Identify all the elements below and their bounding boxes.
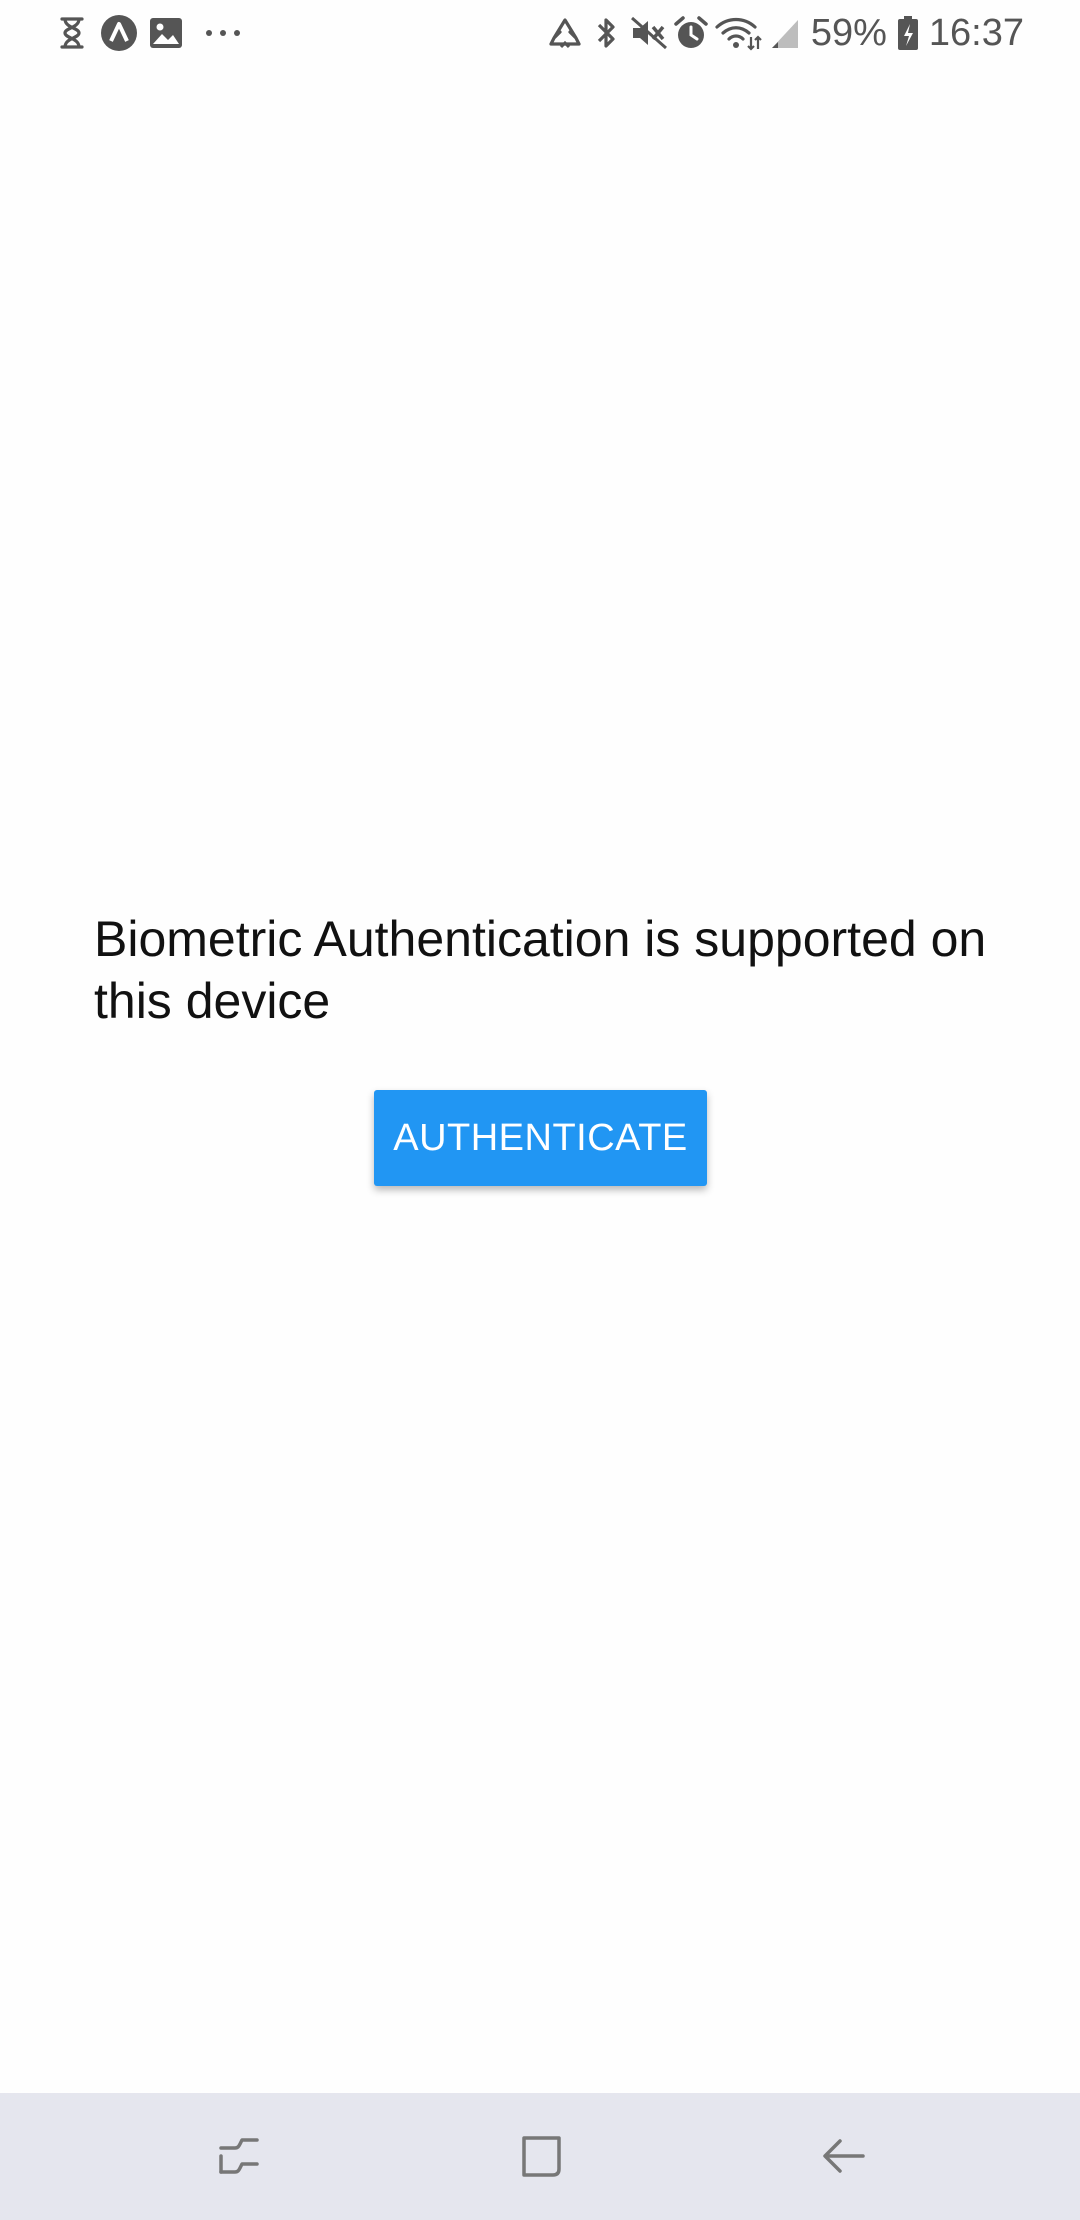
wifi-icon <box>713 13 763 53</box>
battery-percent: 59% <box>810 11 887 54</box>
recycle-icon <box>545 13 585 53</box>
signal-icon <box>765 13 805 53</box>
more-dots-icon <box>203 13 243 53</box>
status-bar-left <box>52 0 250 66</box>
status-bar-right: 59% 16:37 <box>543 0 1024 66</box>
back-button[interactable] <box>798 2111 888 2201</box>
alarm-icon <box>671 13 711 53</box>
battery-icon <box>895 13 921 53</box>
recent-apps-icon <box>219 2138 259 2174</box>
status-bar: 59% 16:37 <box>0 0 1080 66</box>
support-message: Biometric Authentication is supported on… <box>94 911 987 1029</box>
recent-apps-button[interactable] <box>194 2111 284 2201</box>
clock: 16:37 <box>928 11 1024 54</box>
a-circle-icon <box>99 13 139 53</box>
image-icon <box>146 13 186 53</box>
screen: 59% 16:37 Biometric Authentication is su… <box>0 0 1080 2220</box>
navigation-bar <box>0 2093 1080 2220</box>
mute-icon <box>629 13 669 53</box>
home-icon <box>522 2136 561 2177</box>
hourglass-icon <box>52 13 92 53</box>
home-button[interactable] <box>496 2111 586 2201</box>
authenticate-button[interactable]: AUTHENTICATE <box>374 1090 707 1186</box>
bluetooth-icon <box>587 13 627 53</box>
back-icon <box>823 2139 865 2173</box>
